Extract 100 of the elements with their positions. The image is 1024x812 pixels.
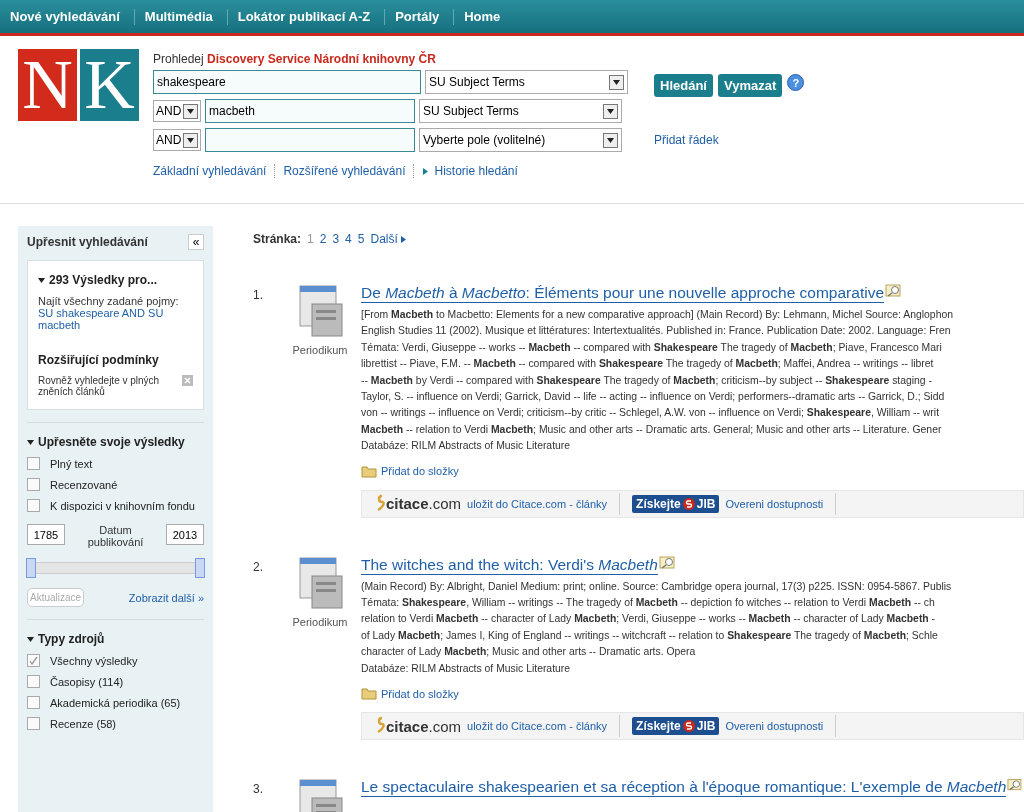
result-text-line: relation to Verdi Macbeth -- character of Lady Macbeth; Verdi, Giuseppe -- works -- Macbeth -- character of Lady Macbeth - bbox=[361, 612, 937, 627]
checkbox-label: Všechny výsledky bbox=[50, 654, 138, 667]
preview-magnifier-icon[interactable] bbox=[658, 555, 677, 570]
citace-link[interactable]: uložit do Citace.com - články bbox=[467, 720, 608, 733]
search-input-field[interactable]: shakespeare bbox=[153, 70, 421, 94]
jib-button[interactable]: Získejte JIB bbox=[632, 494, 720, 513]
result-text-line: Témata: Verdi, Giuseppe -- works -- Macbeth -- compared with Shakespeare The tragedy of Macbeth; Piave, Francesco Mari bbox=[361, 340, 943, 355]
collapse-button[interactable]: « bbox=[188, 234, 204, 250]
field-dropdown[interactable]: SU Subject Terms bbox=[419, 99, 622, 123]
facet-heading: Typy zdrojů bbox=[38, 632, 105, 646]
checkbox-label: Recenze (58) bbox=[50, 717, 117, 730]
triangle-icon bbox=[38, 276, 45, 284]
triangle-icon bbox=[422, 167, 430, 175]
date-to-field[interactable]: 2013 bbox=[166, 524, 204, 545]
type-label: Periodikum bbox=[292, 344, 348, 356]
result-text-line: Taylor, S. -- influence on Verdi; Garrick, David -- life -- acting -- influence on Verdi; performers--dramatic arts -- Garrick, D.; Sidd bbox=[361, 390, 946, 405]
slider-handle[interactable] bbox=[195, 558, 205, 578]
folder-icon bbox=[361, 687, 377, 701]
availability-link[interactable]: Overeni dostupnosti bbox=[725, 720, 824, 733]
type-label: Periodikum bbox=[292, 615, 348, 628]
preview-magnifier-icon[interactable] bbox=[885, 284, 903, 298]
result-text-line: von -- writings -- influence on Verdi; criticism--by critic -- Schlegel, A.W. von -- influence on Verdi; Shakespeare, William -- writ bbox=[361, 406, 941, 421]
result-title-link[interactable]: De Macbeth à Macbetto: Éléments pour une nouvelle approche comparative bbox=[361, 284, 884, 303]
result-text-line: -- Macbeth by Verdi -- compared with Shakespeare The tragedy of Macbeth; criticism--by subject -- Shakespeare staging - bbox=[361, 373, 933, 388]
result-text-line: (Main Record) By: Albright, Daniel Medium: print; online. Source: Cambridge opera journal, 17(3) p225. ISSN: 0954-5867. Publis bbox=[361, 579, 953, 594]
triangle-icon bbox=[399, 235, 407, 243]
nav-link[interactable]: Multimédia bbox=[134, 8, 228, 25]
nav-link[interactable]: Home bbox=[454, 8, 515, 25]
result-text-line: Macbeth -- relation to Verdi Macbeth; Music and other arts -- Dramatic arts. General; Music and other arts -- Literature. Gener bbox=[361, 422, 943, 437]
result-title-link[interactable]: The witches and the witch: Verdi's Macbeth bbox=[361, 555, 658, 575]
checkbox-label: K dispozici v knihovním fondu bbox=[50, 499, 195, 512]
result-number: 1. bbox=[253, 287, 264, 304]
checkbox[interactable] bbox=[27, 478, 40, 491]
field-dropdown[interactable]: SU Subject Terms bbox=[425, 70, 628, 94]
checkbox[interactable] bbox=[27, 654, 40, 667]
add-to-folder-link[interactable]: Přidat do složky bbox=[381, 687, 459, 700]
result-text-line: librettist -- Piave, F.M. -- Macbeth -- compared with Shakespeare The tragedy of Macbeth; Maffei, Andrea -- writings -- libret bbox=[361, 357, 935, 372]
add-to-folder-link[interactable]: Přidat do složky bbox=[381, 465, 459, 478]
expander-text: Rovněž vyhledejte v plných zněních článků bbox=[38, 375, 161, 397]
citace-logo: citace.com bbox=[386, 717, 462, 735]
triangle-icon[interactable] bbox=[27, 438, 34, 446]
checkbox[interactable] bbox=[27, 675, 40, 688]
jib-logo-icon bbox=[682, 497, 695, 510]
result-text-line: [From Macbeth to Macbetto: Elements for a new comparative approach] (Main Record) By: Lehmann, Michel Source: Anglophon bbox=[361, 308, 954, 322]
citace-link[interactable]: uložit do Citace.com - články bbox=[467, 497, 608, 510]
result-text-line: Databáze: RILM Abstracts of Music Literature bbox=[361, 661, 572, 676]
result-text-line: Databáze: RILM Abstracts of Music Literature bbox=[361, 439, 572, 454]
citace-logo: citace.com bbox=[386, 495, 462, 513]
find-all-text: Najít všechny zadané pojmy: bbox=[38, 295, 180, 307]
date-label: Datum publikování bbox=[86, 524, 145, 548]
operator-dropdown[interactable]: AND bbox=[153, 129, 201, 151]
jib-logo-icon bbox=[682, 720, 695, 733]
advanced-search-link[interactable]: Rozšířené vyhledávání bbox=[283, 164, 406, 178]
availability-link[interactable]: Overeni dostupnosti bbox=[725, 497, 824, 510]
checkbox-label: Plný text bbox=[50, 457, 93, 470]
next-page-link[interactable]: Další bbox=[370, 232, 398, 246]
field-dropdown[interactable]: Vyberte pole (volitelné) bbox=[419, 128, 622, 152]
basic-search-link[interactable]: Základní vyhledávání bbox=[153, 164, 267, 178]
operator-dropdown[interactable]: AND bbox=[153, 100, 201, 122]
nav-link[interactable]: Portály bbox=[385, 8, 455, 25]
page-label: Stránka: bbox=[253, 232, 302, 246]
checkbox-label: Recenzované bbox=[50, 478, 118, 491]
facet-heading: Upřesněte svoje výsledky bbox=[38, 435, 185, 449]
date-from-field[interactable]: 1785 bbox=[27, 524, 65, 545]
result-number: 3. bbox=[253, 781, 264, 799]
logo-letter: K bbox=[80, 49, 139, 121]
page-link[interactable]: 4 bbox=[345, 232, 352, 246]
search-button[interactable]: Hledání bbox=[654, 74, 713, 97]
checkbox-label: Akademická periodika (65) bbox=[50, 696, 181, 709]
result-text-line: English Studies 11 (2002). Musique et littératures: Intertextualités. Published in: France. Publication Date: 2002. Language: Fren bbox=[361, 324, 952, 339]
search-input-field[interactable]: macbeth bbox=[205, 99, 415, 123]
checkbox[interactable] bbox=[27, 717, 40, 730]
search-scope-text: Prohledej Discovery Service Národní knihovny ČR bbox=[153, 52, 437, 66]
page-link[interactable]: 5 bbox=[357, 232, 365, 246]
slider-handle[interactable] bbox=[26, 558, 36, 578]
page-link[interactable]: 2 bbox=[319, 232, 327, 246]
nav-link[interactable]: Lokátor publikací A-Z bbox=[227, 8, 386, 25]
result-text-line: of Lady Macbeth; James I, King of England -- writings -- witchcraft -- relation to Shakespeare The tragedy of Macbeth; Schle bbox=[361, 628, 939, 643]
jib-button[interactable]: Získejte JIB bbox=[632, 717, 720, 736]
preview-magnifier-icon[interactable] bbox=[1007, 778, 1024, 793]
checkbox[interactable] bbox=[27, 499, 40, 512]
triangle-icon[interactable] bbox=[27, 635, 34, 643]
result-text-line: Témata: Shakespeare, William -- writings -- The tragedy of Macbeth -- depiction fo witches -- relation to Verdi Macbeth -- ch bbox=[361, 596, 936, 611]
remove-icon[interactable] bbox=[182, 375, 193, 386]
folder-icon bbox=[361, 464, 377, 478]
search-history-link[interactable]: Historie hledání bbox=[434, 164, 518, 178]
search-input-field[interactable] bbox=[205, 128, 415, 152]
result-text-line: character of Lady Macbeth; Music and other arts -- Dramatic arts. Opera bbox=[361, 645, 697, 660]
add-row-link[interactable]: Přidat řádek bbox=[654, 133, 805, 147]
logo-letter: N bbox=[18, 49, 77, 121]
clear-button[interactable]: Vymazat bbox=[717, 74, 783, 97]
result-title-link[interactable]: Le spectaculaire shakespearien et sa réception à l'époque romantique: L'exemple de Macbeth bbox=[361, 778, 1007, 798]
sidebar-title: Upřesnit vyhledávání bbox=[27, 235, 148, 249]
checkbox-label: Časopisy (114) bbox=[50, 675, 124, 688]
query-link[interactable]: SU shakespeare AND SU macbeth bbox=[38, 307, 193, 331]
show-more-link[interactable]: Zobrazit další » bbox=[128, 591, 204, 604]
nav-link[interactable]: Nové vyhledávání bbox=[0, 8, 135, 25]
checkbox[interactable] bbox=[27, 457, 40, 470]
checkbox[interactable] bbox=[27, 696, 40, 709]
page-link[interactable]: 3 bbox=[332, 232, 340, 246]
